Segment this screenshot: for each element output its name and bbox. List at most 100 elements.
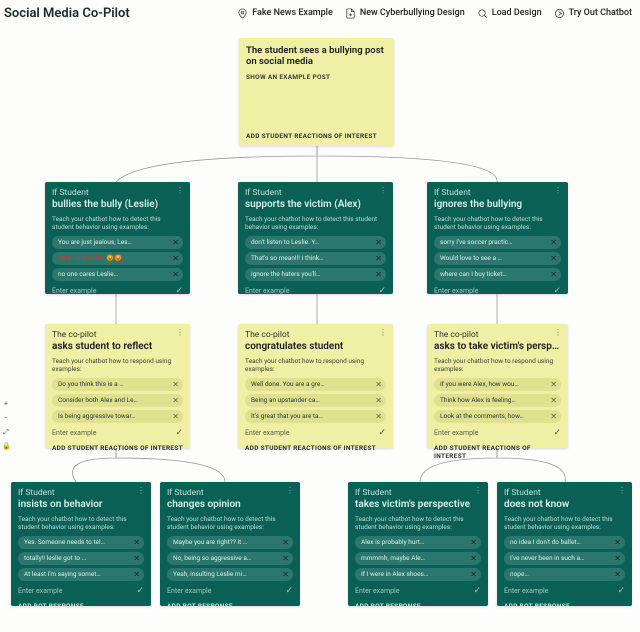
remove-chip-icon[interactable]: ✕ xyxy=(470,554,477,563)
add-reactions[interactable]: ADD STUDENT REACTIONS OF INTEREST xyxy=(245,444,386,452)
card-student-changes[interactable]: ⋮ If Student changes opinion Teach your … xyxy=(160,482,300,606)
add-bot-response[interactable]: ADD BOT RESPONSE xyxy=(355,602,481,610)
example-chip[interactable]: No, being so aggressive a…✕ xyxy=(167,552,293,565)
remove-chip-icon[interactable]: ✕ xyxy=(375,396,382,405)
link-try-chatbot[interactable]: Try Out Chatbot xyxy=(554,8,632,19)
enter-example-input[interactable]: Enter example xyxy=(245,429,372,437)
remove-chip-icon[interactable]: ✕ xyxy=(614,538,621,547)
example-chip[interactable]: Think how Alex is feeling…✕ xyxy=(434,394,561,407)
remove-chip-icon[interactable]: ✕ xyxy=(375,380,382,389)
enter-example-input[interactable]: Enter example xyxy=(245,287,372,295)
remove-chip-icon[interactable]: ✕ xyxy=(550,238,557,247)
example-chip[interactable]: ignore the haters you'll…✕ xyxy=(245,268,386,281)
confirm-icon[interactable]: ✓ xyxy=(617,586,625,596)
lock-icon[interactable]: 🔒 xyxy=(2,442,10,450)
enter-example-input[interactable]: Enter example xyxy=(52,287,169,295)
add-reactions[interactable]: ADD STUDENT REACTIONS OF INTEREST xyxy=(52,444,183,452)
example-chip[interactable]: Is being aggressive towar…✕ xyxy=(52,410,183,423)
confirm-icon[interactable]: ✓ xyxy=(175,286,183,296)
example-chip[interactable]: It's great that you are ta…✕ xyxy=(245,410,386,423)
card-copilot-reflect[interactable]: ⋮ The co-pilot asks student to reflect T… xyxy=(45,324,190,448)
card-student-insists[interactable]: ⋮ If Student insists on behavior Teach y… xyxy=(11,482,151,606)
remove-chip-icon[interactable]: ✕ xyxy=(550,380,557,389)
enter-example-input[interactable]: Enter example xyxy=(52,429,169,437)
example-chip[interactable]: Being an upstander ca…✕ xyxy=(245,394,386,407)
fit-view-icon[interactable]: ⤢ xyxy=(2,428,10,436)
add-bot-response[interactable]: ADD BOT RESPONSE xyxy=(504,602,625,610)
card-student-does-not-know[interactable]: ⋮ If Student does not know Teach your ch… xyxy=(497,482,632,606)
remove-chip-icon[interactable]: ✕ xyxy=(550,270,557,279)
enter-example-input[interactable]: Enter example xyxy=(18,587,130,595)
remove-chip-icon[interactable]: ✕ xyxy=(375,412,382,421)
example-chip[interactable]: Well done. You are a gre…✕ xyxy=(245,378,386,391)
zoom-out-icon[interactable]: − xyxy=(2,414,10,422)
enter-example-input[interactable]: Enter example xyxy=(504,587,611,595)
example-chip[interactable]: I've never been in such a…✕ xyxy=(504,552,625,565)
example-chip[interactable]: Would love to see a …✕ xyxy=(434,252,561,265)
add-bot-response[interactable]: ADD BOT RESPONSE xyxy=(167,602,293,610)
example-chip[interactable]: no idea I don't do ballet…✕ xyxy=(504,536,625,549)
zoom-in-icon[interactable]: + xyxy=(2,400,10,408)
link-fake-news-example[interactable]: Fake News Example xyxy=(237,8,333,19)
example-chip[interactable]: no one cares Leslie…✕ xyxy=(52,268,183,281)
remove-chip-icon[interactable]: ✕ xyxy=(172,380,179,389)
card-copilot-perspective[interactable]: ⋮ The co-pilot asks to take victim's per… xyxy=(427,324,568,448)
link-load-design[interactable]: Load Design xyxy=(477,8,542,19)
remove-chip-icon[interactable]: ✕ xyxy=(550,396,557,405)
add-reactions[interactable]: ADD STUDENT REACTIONS OF INTEREST xyxy=(246,132,377,140)
example-chip[interactable]: Yeah, insulting Leslie mi…✕ xyxy=(167,568,293,581)
show-example-post[interactable]: SHOW AN EXAMPLE POST xyxy=(246,73,387,81)
example-chip[interactable]: Shut up @Leslie 😡😡…✕ xyxy=(52,252,183,265)
remove-chip-icon[interactable]: ✕ xyxy=(470,538,477,547)
confirm-icon[interactable]: ✓ xyxy=(136,586,144,596)
confirm-icon[interactable]: ✓ xyxy=(473,586,481,596)
remove-chip-icon[interactable]: ✕ xyxy=(470,570,477,579)
remove-chip-icon[interactable]: ✕ xyxy=(282,554,289,563)
card-student-ignores[interactable]: ⋮ If Student ignores the bullying Teach … xyxy=(427,182,568,294)
example-chip[interactable]: totally!! leslie got to …✕ xyxy=(18,552,144,565)
remove-chip-icon[interactable]: ✕ xyxy=(172,238,179,247)
confirm-icon[interactable]: ✓ xyxy=(175,428,183,438)
example-chip[interactable]: Do you think this is a …✕ xyxy=(52,378,183,391)
remove-chip-icon[interactable]: ✕ xyxy=(614,570,621,579)
confirm-icon[interactable]: ✓ xyxy=(553,286,561,296)
card-student-supports[interactable]: ⋮ If Student supports the victim (Alex) … xyxy=(238,182,393,294)
link-new-design[interactable]: New Cyberbullying Design xyxy=(345,8,465,19)
confirm-icon[interactable]: ✓ xyxy=(378,286,386,296)
remove-chip-icon[interactable]: ✕ xyxy=(172,270,179,279)
example-chip[interactable]: You are just jealous, Les…✕ xyxy=(52,236,183,249)
example-chip[interactable]: Look at the comments, how…✕ xyxy=(434,410,561,423)
add-reactions[interactable]: ADD STUDENT REACTIONS OF INTEREST xyxy=(434,444,561,460)
example-chip[interactable]: Alex is probably hurt…✕ xyxy=(355,536,481,549)
example-chip[interactable]: sorry I've soccer practic…✕ xyxy=(434,236,561,249)
example-chip[interactable]: nope…✕ xyxy=(504,568,625,581)
remove-chip-icon[interactable]: ✕ xyxy=(133,554,140,563)
enter-example-input[interactable]: Enter example xyxy=(434,429,547,437)
example-chip[interactable]: Consider both Alex and Le…✕ xyxy=(52,394,183,407)
add-bot-response[interactable]: ADD BOT RESPONSE xyxy=(18,602,144,610)
example-chip[interactable]: That's so mean!!! I think…✕ xyxy=(245,252,386,265)
card-student-bullies[interactable]: ⋮ If Student bullies the bully (Leslie) … xyxy=(45,182,190,294)
root-card[interactable]: The student sees a bullying post on soci… xyxy=(239,38,394,146)
example-chip[interactable]: Yes. Someone needs to tel…✕ xyxy=(18,536,144,549)
remove-chip-icon[interactable]: ✕ xyxy=(133,538,140,547)
example-chip[interactable]: don't listen to Leslie. Y…✕ xyxy=(245,236,386,249)
remove-chip-icon[interactable]: ✕ xyxy=(375,270,382,279)
example-chip[interactable]: mmmmh, maybe Ale…✕ xyxy=(355,552,481,565)
example-chip[interactable]: If I were in Alex shoes…✕ xyxy=(355,568,481,581)
confirm-icon[interactable]: ✓ xyxy=(285,586,293,596)
enter-example-input[interactable]: Enter example xyxy=(355,587,467,595)
remove-chip-icon[interactable]: ✕ xyxy=(172,254,179,263)
remove-chip-icon[interactable]: ✕ xyxy=(550,412,557,421)
remove-chip-icon[interactable]: ✕ xyxy=(375,238,382,247)
canvas[interactable]: The student sees a bullying post on soci… xyxy=(0,26,640,632)
remove-chip-icon[interactable]: ✕ xyxy=(172,396,179,405)
remove-chip-icon[interactable]: ✕ xyxy=(133,570,140,579)
remove-chip-icon[interactable]: ✕ xyxy=(375,254,382,263)
enter-example-input[interactable]: Enter example xyxy=(167,587,279,595)
remove-chip-icon[interactable]: ✕ xyxy=(172,412,179,421)
card-copilot-congratulate[interactable]: ⋮ The co-pilot congratulates student Tea… xyxy=(238,324,393,448)
example-chip[interactable]: If you were Alex, how wou…✕ xyxy=(434,378,561,391)
example-chip[interactable]: Maybe you are right?? it …✕ xyxy=(167,536,293,549)
remove-chip-icon[interactable]: ✕ xyxy=(282,570,289,579)
